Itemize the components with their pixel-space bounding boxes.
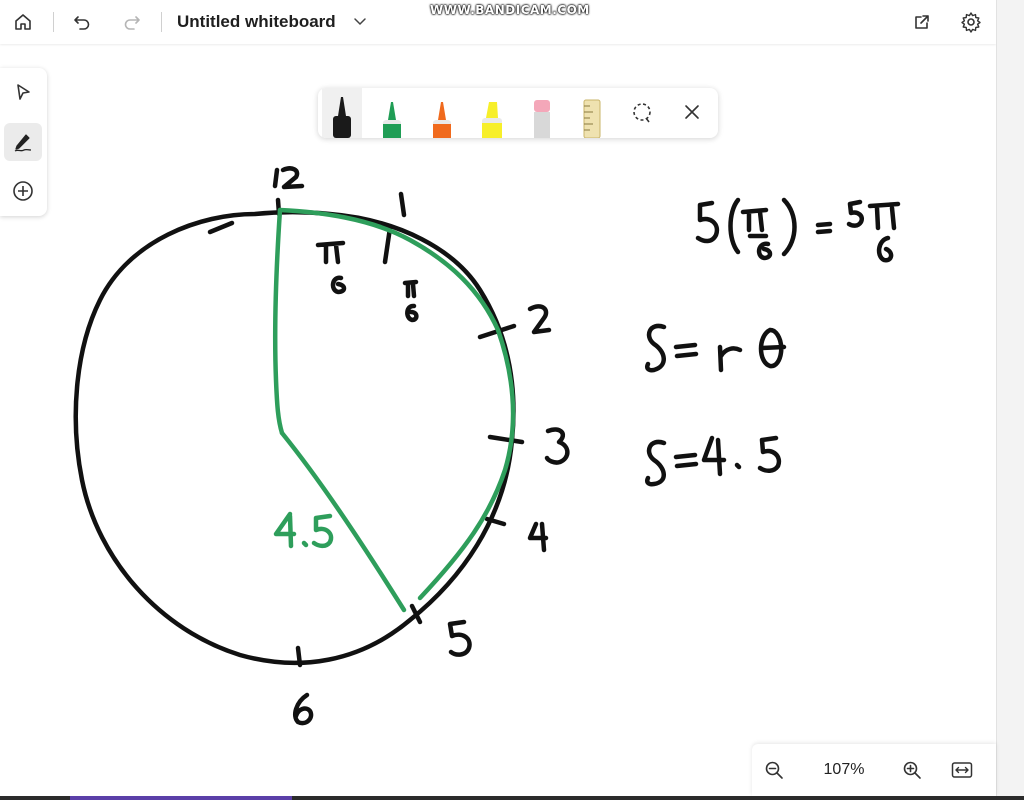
tick-3 (487, 434, 525, 445)
gear-icon (961, 12, 981, 33)
label-6 (293, 692, 314, 726)
label-12 (272, 166, 305, 190)
redo-button[interactable] (118, 8, 146, 36)
title-dropdown-button[interactable] (352, 13, 368, 34)
zoom-out-icon (765, 761, 783, 779)
recorder-watermark: WWW.BANDICAM.COM (430, 3, 590, 17)
label-2 (527, 304, 552, 335)
share-button[interactable] (908, 8, 936, 36)
arc-label-2 (402, 279, 419, 323)
undo-icon (74, 16, 90, 30)
label-5 (447, 619, 472, 657)
share-icon (915, 15, 929, 29)
green-label-4-5 (273, 511, 334, 549)
plus-circle-icon (13, 181, 33, 201)
arc-label-1 (315, 240, 347, 295)
taskbar-active-app[interactable] (70, 796, 292, 800)
zoom-out-button[interactable] (762, 758, 786, 782)
green-pen-icon (383, 102, 401, 138)
eq-3 (645, 435, 782, 487)
label-3 (544, 427, 570, 465)
eq-1 (695, 197, 901, 263)
green-radius-5 (279, 430, 407, 613)
zoom-controls: 107% (752, 744, 996, 796)
lasso-select-tool[interactable] (622, 88, 662, 138)
green-radius-12 (272, 207, 285, 436)
pen-icon (14, 134, 32, 152)
redo-icon (124, 16, 140, 30)
clock-circle (73, 209, 516, 666)
window-edge (996, 0, 1024, 800)
highlighter-icon (482, 102, 502, 138)
fit-width-button[interactable] (950, 758, 974, 782)
orange-pen-tool[interactable] (422, 88, 462, 138)
close-toolbar-button[interactable] (672, 88, 712, 138)
whiteboard-title[interactable]: Untitled whiteboard (177, 12, 336, 32)
select-tool-button[interactable] (4, 73, 42, 111)
close-icon (685, 105, 699, 119)
divider (53, 12, 54, 32)
tick-6 (295, 645, 303, 668)
zoom-level[interactable]: 107% (816, 761, 872, 779)
zoom-in-icon (903, 761, 921, 779)
tick-1 (382, 225, 393, 265)
green-pen-tool[interactable] (372, 88, 412, 138)
lasso-icon (633, 103, 651, 123)
chevron-down-icon (354, 18, 366, 26)
divider (161, 12, 162, 32)
black-pen-icon (333, 97, 351, 138)
home-icon (15, 14, 31, 30)
pointer-icon (17, 84, 30, 100)
draw-tool-button[interactable] (4, 123, 42, 161)
ruler-tool[interactable] (572, 88, 612, 138)
fit-width-icon (951, 762, 973, 778)
label-4 (527, 521, 549, 553)
eraser-icon (534, 100, 550, 138)
zoom-in-button[interactable] (900, 758, 924, 782)
add-tool-button[interactable] (4, 172, 42, 210)
ruler-icon (583, 99, 601, 138)
tick-12 (207, 220, 235, 235)
undo-button[interactable] (68, 8, 96, 36)
home-button[interactable] (9, 8, 37, 36)
orange-pen-icon (433, 102, 451, 138)
left-tool-rail (0, 68, 47, 216)
black-pen-tool[interactable] (322, 88, 362, 138)
label-1 (398, 191, 407, 218)
eq-2 (645, 323, 787, 373)
top-bar: Untitled whiteboard WWW.BANDICAM.COM (0, 0, 996, 44)
eraser-tool[interactable] (522, 88, 562, 138)
yellow-highlighter-tool[interactable] (472, 88, 512, 138)
settings-button[interactable] (957, 8, 985, 36)
pen-toolbar (318, 88, 718, 138)
whiteboard-canvas[interactable] (0, 44, 996, 792)
